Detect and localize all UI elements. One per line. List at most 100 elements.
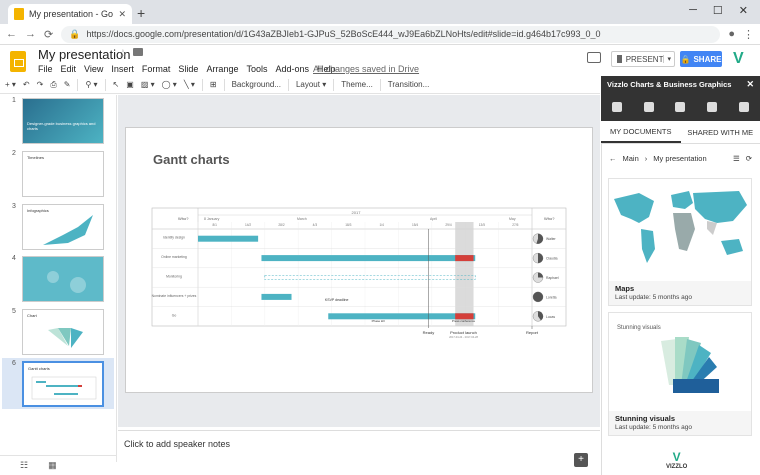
comment-add-icon[interactable]: ⊞ [210,80,217,89]
comment-icon[interactable] [587,52,601,63]
transition-button[interactable]: Transition... [388,80,430,89]
menu-arrange[interactable]: Arrange [206,64,238,74]
share-button[interactable]: 🔒 SHARE [680,51,722,67]
menu-add-ons[interactable]: Add-ons [275,64,309,74]
refresh-icon[interactable]: ⟳ [746,154,752,163]
explore-icon[interactable]: + [574,453,588,467]
theme-button[interactable]: Theme... [341,80,373,89]
search-icon[interactable] [707,102,718,112]
month-label: May [509,217,516,221]
zoom-icon[interactable]: ⚲ ▾ [85,80,97,89]
filmstrip-footer: ☷ ▦ [0,455,117,475]
slide-thumbnail-1[interactable]: Designer-grade business graphics and cha… [22,98,104,144]
back-icon[interactable]: ← [6,28,17,40]
panel-close-icon[interactable]: ✕ [746,79,754,90]
close-window-icon[interactable]: ✕ [739,4,748,17]
present-icon [617,55,622,63]
card-subtitle: Last update: 5 months ago [615,424,692,431]
grid-view-icon[interactable]: ☷ [20,460,28,471]
divider [287,78,289,91]
vizzlo-mark-icon: V [672,450,681,464]
redo-icon[interactable]: ↷ [37,80,44,89]
save-status-link[interactable]: All changes saved in Drive [313,64,419,74]
slide-number: 5 [12,308,16,315]
menu-view[interactable]: View [84,64,103,74]
cloud-icon[interactable] [611,102,622,112]
background-button[interactable]: Background... [232,80,281,89]
line-icon[interactable]: ╲ ▾ [184,80,195,89]
new-slide-icon[interactable]: + ▾ [5,80,16,89]
gantt-critical-bar [455,255,474,262]
menu-insert[interactable]: Insert [111,64,134,74]
sort-icon[interactable]: ☰ [733,154,740,163]
menu-file[interactable]: File [38,64,53,74]
person-label: Claudia [546,257,558,261]
shape-icon[interactable]: ◯ ▾ [162,80,177,89]
gantt-bar [261,293,292,300]
folder-icon[interactable] [133,48,143,56]
url-field[interactable]: 🔒 https://docs.google.com/presentation/d… [61,25,721,43]
layout-button[interactable]: Layout ▾ [296,80,326,89]
slide-number: 1 [12,97,16,104]
doc-title[interactable]: My presentation [38,47,131,62]
print-icon[interactable]: ⎙ [50,80,56,90]
browser-menu-icon[interactable]: ⋮ [743,28,754,41]
menu-format[interactable]: Format [142,64,171,74]
list-view-icon[interactable]: ▦ [48,460,57,471]
week-label: 18/3 [345,223,351,227]
thumbnail-text: Gantt charts [28,366,50,371]
current-slide[interactable]: Gantt charts 2017 Who? Who? 8 January March Ap… [125,127,593,393]
breadcrumb-current: My presentation [653,153,707,163]
textbox-icon[interactable]: ▣ [126,80,134,89]
star-icon[interactable]: ☆ [118,47,128,60]
notes-placeholder: Click to add speaker notes [124,439,231,449]
week-label: 15/4 [412,223,418,227]
slide-thumbnail-5[interactable]: Chart [22,309,104,355]
thumbnail-text: Designer-grade business graphics and cha… [27,121,96,131]
slide-graphic: Gantt charts 2017 Who? Who? 8 January March Ap… [152,152,567,339]
reload-icon[interactable]: ⟳ [44,28,53,41]
gantt-bar-dashed [264,275,476,280]
undo-icon[interactable]: ↶ [23,80,30,89]
panel-header: Vizzlo Charts & Business Graphics ✕ [601,76,760,93]
slide-thumbnail-4[interactable] [22,256,104,302]
select-icon[interactable]: ↖ [113,80,120,89]
paint-format-icon[interactable]: ✎ [64,80,71,89]
menu-tools[interactable]: Tools [246,64,267,74]
close-tab-icon[interactable]: ✕ [118,9,126,20]
browser-tab[interactable]: My presentation - Google Slides ✕ [8,4,132,24]
slide-thumbnail-3[interactable]: Infographics [22,204,104,250]
user-icon[interactable] [739,102,750,112]
tab-my-documents[interactable]: MY DOCUMENTS [601,121,681,143]
slide-thumbnail-2[interactable]: Timelines [22,151,104,197]
menu-edit[interactable]: Edit [61,64,77,74]
launch-label: Product launch [450,330,477,335]
slide-thumbnail-6[interactable]: Gantt charts [22,361,104,407]
document-card-maps[interactable]: Maps Last update: 5 months ago [608,178,752,306]
person-label: Loretta [546,295,557,299]
present-dropdown-icon[interactable]: ▾ [663,55,674,63]
document-card-stunning-visuals[interactable]: Stunning visuals Stunning visuals Last u… [608,312,752,436]
new-tab-button[interactable]: + [137,5,145,21]
minimize-icon[interactable]: ─ [689,4,697,17]
month-label: April [430,217,437,221]
breadcrumb-root[interactable]: Main [623,154,639,163]
chevron-right-icon: › [644,153,648,163]
slides-logo-icon[interactable] [10,51,26,72]
maximize-icon[interactable]: ☐ [713,4,723,17]
forward-icon[interactable]: → [25,28,36,40]
new-document-icon[interactable] [675,102,686,112]
toolbar: + ▾ ↶ ↷ ⎙ ✎ ⚲ ▾ ↖ ▣ ▨ ▾ ◯ ▾ ╲ ▾ ⊞ Backgr… [0,76,600,94]
card-title: Maps [615,284,635,293]
present-button[interactable]: PRESENT ▾ [611,51,675,67]
image-icon[interactable]: ▨ ▾ [141,80,155,89]
speaker-notes[interactable]: Click to add speaker notes [118,430,600,475]
footer-brand: VIZZLO [666,464,688,470]
account-icon[interactable]: ● [728,28,735,40]
new-folder-icon[interactable] [643,102,654,112]
row-label: Monitoring [166,275,182,279]
back-arrow-icon[interactable]: ← [609,154,617,163]
tab-shared-with-me[interactable]: SHARED WITH ME [681,121,760,143]
press-band [455,222,474,326]
menu-slide[interactable]: Slide [178,64,198,74]
